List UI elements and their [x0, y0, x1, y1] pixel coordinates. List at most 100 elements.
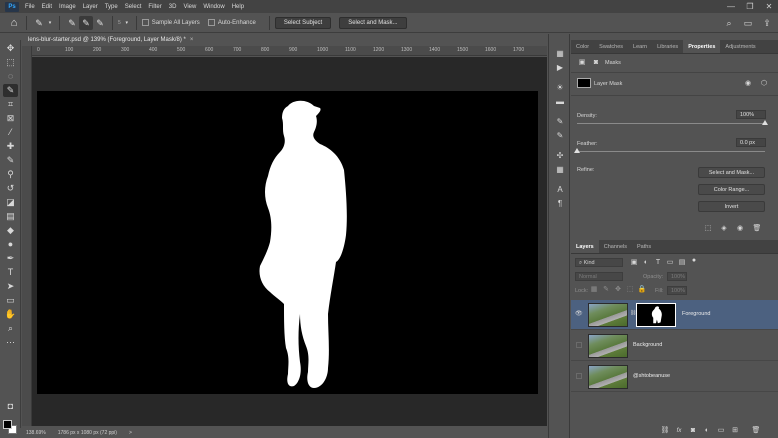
visibility-toggle-empty[interactable]	[576, 342, 582, 348]
menu-layer[interactable]: Layer	[83, 4, 98, 10]
visibility-toggle-empty[interactable]	[576, 373, 582, 379]
lock-all-icon[interactable]: 🔒	[637, 285, 647, 295]
adjustment-icon[interactable]: ◐	[702, 426, 712, 436]
adjustments-panel-icon[interactable]: ☀	[553, 82, 567, 94]
more-tools-icon[interactable]: ⋯	[3, 336, 18, 349]
clone-source-icon[interactable]: ✣	[553, 150, 567, 162]
lock-image-icon[interactable]: ✎	[601, 285, 611, 295]
restore-icon[interactable]: ❐	[741, 0, 759, 13]
subtract-from-selection-brush-icon[interactable]: ✎	[93, 16, 107, 30]
blur-tool-icon[interactable]: ◆	[3, 224, 18, 237]
lasso-tool-icon[interactable]: ◌	[3, 70, 18, 83]
layer-mask-thumbnail[interactable]	[636, 303, 676, 327]
feather-field[interactable]: 0.0 px	[736, 138, 766, 147]
menu-file[interactable]: File	[25, 4, 35, 10]
layer-row-background[interactable]: Background	[571, 331, 778, 361]
select-and-mask-panel-button[interactable]: Select and Mask...	[698, 167, 765, 178]
trash-icon[interactable]: 🗑	[751, 426, 761, 436]
zoom-tool-icon[interactable]: ⌕	[3, 322, 18, 335]
tab-layers[interactable]: Layers	[571, 240, 599, 253]
lock-artboard-icon[interactable]: ⬚	[625, 285, 635, 295]
visibility-eye-icon[interactable]: 👁	[575, 310, 583, 318]
new-selection-brush-icon[interactable]: ✎	[65, 16, 79, 30]
filter-shape-icon[interactable]: ▭	[665, 258, 675, 268]
feather-slider-track[interactable]	[577, 151, 765, 152]
mask-icon[interactable]: ◙	[688, 426, 698, 436]
tab-properties[interactable]: Properties	[683, 40, 721, 53]
add-to-selection-brush-icon[interactable]: ✎	[79, 15, 93, 30]
menu-type[interactable]: Type	[105, 4, 118, 10]
menu-view[interactable]: View	[183, 4, 196, 10]
brush-settings-icon[interactable]: ✎	[553, 116, 567, 128]
auto-enhance-checkbox[interactable]	[207, 19, 215, 26]
layer-name[interactable]: Background	[633, 342, 662, 348]
tab-libraries[interactable]: Libraries	[652, 40, 683, 53]
menu-3d[interactable]: 3D	[169, 4, 177, 10]
pen-tool-icon[interactable]: ✒	[3, 252, 18, 265]
filter-adjustment-icon[interactable]: ◐	[641, 258, 651, 268]
density-field[interactable]: 100%	[736, 110, 766, 119]
fill-field[interactable]: 100%	[667, 286, 687, 295]
dodge-tool-icon[interactable]: ●	[3, 238, 18, 251]
search-icon[interactable]: ⌕	[722, 16, 736, 30]
chevron-down-icon[interactable]: ▾	[46, 16, 54, 30]
tab-paths[interactable]: Paths	[632, 240, 656, 253]
fx-icon[interactable]: fx	[674, 426, 684, 436]
layer-thumbnail[interactable]	[588, 334, 628, 358]
gradient-tool-icon[interactable]: ▤	[3, 210, 18, 223]
menu-help[interactable]: Help	[232, 4, 244, 10]
select-subject-button[interactable]: Select Subject	[274, 16, 332, 29]
hand-tool-icon[interactable]: ✋	[3, 308, 18, 321]
quick-selection-tool-icon[interactable]: ✎	[3, 84, 18, 97]
layer-thumbnail[interactable]	[588, 365, 628, 389]
zoom-level[interactable]: 138.69%	[26, 430, 46, 436]
brush-size-value[interactable]: 5	[118, 20, 121, 26]
select-pixel-mask-icon[interactable]: ◉	[743, 79, 753, 89]
delete-mask-icon[interactable]: 🗑	[752, 224, 762, 234]
load-selection-icon[interactable]: ⬚	[703, 224, 713, 234]
clone-stamp-tool-icon[interactable]: ⚲	[3, 168, 18, 181]
layer-thumbnail[interactable]	[588, 303, 628, 327]
filter-toggle-icon[interactable]: ●	[689, 256, 699, 266]
healing-brush-tool-icon[interactable]: ✚	[3, 140, 18, 153]
marquee-tool-icon[interactable]: ⬚	[3, 56, 18, 69]
lock-transparent-icon[interactable]: ▦	[589, 285, 599, 295]
foreground-color-swatch[interactable]	[3, 420, 12, 429]
menu-select[interactable]: Select	[125, 4, 142, 10]
styles-panel-icon[interactable]: ▬	[553, 96, 567, 108]
share-icon[interactable]: ⇪	[760, 16, 774, 30]
menu-window[interactable]: Window	[203, 4, 224, 10]
type-tool-icon[interactable]: T	[3, 266, 18, 279]
link-icon[interactable]: ⛓	[660, 426, 670, 436]
brush-tool-icon[interactable]: ✎	[3, 154, 18, 167]
shape-tool-icon[interactable]: ▭	[3, 294, 18, 307]
pixel-mask-icon[interactable]: ▣	[577, 58, 587, 68]
blend-mode-select[interactable]: Normal	[575, 272, 623, 281]
history-brush-tool-icon[interactable]: ↺	[3, 182, 18, 195]
status-menu-arrow[interactable]: >	[129, 430, 132, 436]
actions-panel-icon[interactable]: ▶	[553, 62, 567, 74]
filter-smart-object-icon[interactable]: ▤	[677, 258, 687, 268]
tab-color[interactable]: Color	[571, 40, 594, 53]
tab-adjustments[interactable]: Adjustments	[720, 40, 760, 53]
density-slider-track[interactable]	[577, 123, 765, 124]
feather-slider-handle[interactable]	[574, 148, 580, 153]
apply-mask-icon[interactable]: ◈	[719, 224, 729, 234]
select-and-mask-button[interactable]: Select and Mask...	[339, 16, 407, 29]
menu-image[interactable]: Image	[59, 4, 76, 10]
crop-tool-icon[interactable]: ⌗	[3, 98, 18, 111]
quick-selection-tool-preset-icon[interactable]: ✎	[32, 16, 46, 30]
home-icon[interactable]: ⌂	[7, 16, 21, 30]
density-slider-handle[interactable]	[762, 120, 768, 125]
path-selection-tool-icon[interactable]: ➤	[3, 280, 18, 293]
history-panel-icon[interactable]: ▦	[553, 48, 567, 60]
layer-filter-kind-select[interactable]: ⌕ Kind	[575, 258, 623, 267]
visibility-mask-icon[interactable]: ◉	[735, 224, 745, 234]
tab-channels[interactable]: Channels	[599, 240, 632, 253]
layer-name[interactable]: Foreground	[682, 311, 710, 317]
frame-tool-icon[interactable]: ⊠	[3, 112, 18, 125]
filter-pixel-icon[interactable]: ▣	[629, 258, 639, 268]
layer-row-shtobeanuse[interactable]: @shtobeanuse	[571, 362, 778, 392]
lock-position-icon[interactable]: ✥	[613, 285, 623, 295]
invert-button[interactable]: Invert	[698, 201, 765, 212]
